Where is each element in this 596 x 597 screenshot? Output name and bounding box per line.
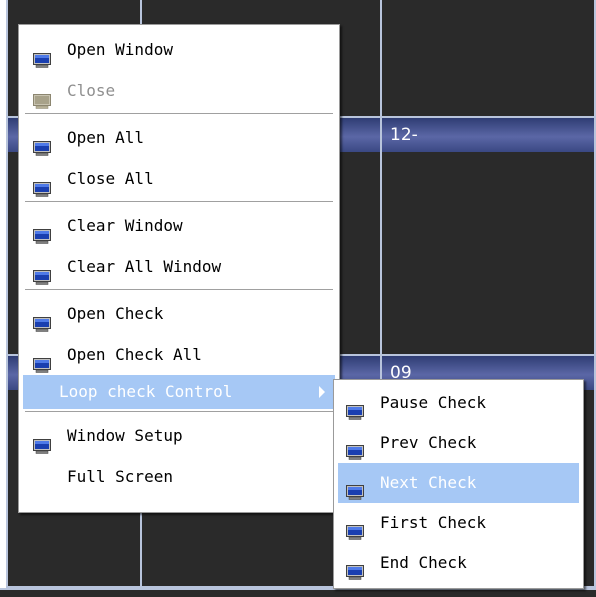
loop-check-submenu: Pause Check Prev Check Next Check First …: [333, 379, 584, 589]
submenu-item-end-check[interactable]: End Check: [334, 543, 583, 583]
monitor-icon: [346, 395, 364, 420]
menu-item-open-window[interactable]: Open Window: [19, 29, 339, 70]
menu-item-label: Window Setup: [67, 426, 183, 445]
monitor-icon: [33, 428, 51, 454]
monitor-icon: [346, 435, 364, 460]
menu-item-label: Open Check: [67, 304, 164, 323]
menu-item-label: Prev Check: [380, 433, 477, 452]
menu-item-label: Open All: [67, 128, 145, 147]
context-menu: Open Window Close Open All Close All Cle…: [18, 24, 340, 513]
grid-bottom-border: [0, 588, 596, 597]
monitor-icon: [33, 130, 51, 156]
menu-item-loop-check-control[interactable]: Loop check Control: [23, 375, 335, 409]
monitor-icon: [33, 306, 51, 332]
menu-item-close[interactable]: Close: [19, 70, 339, 111]
video-cell[interactable]: 12-: [380, 116, 596, 356]
monitor-icon: [33, 42, 51, 68]
submenu-item-first-check[interactable]: First Check: [334, 503, 583, 543]
monitor-icon-disabled: [33, 83, 51, 109]
monitor-icon: [346, 475, 364, 500]
menu-item-close-all[interactable]: Close All: [19, 158, 339, 199]
cell-header-12: 12-: [382, 118, 594, 152]
menu-item-label: Pause Check: [380, 393, 486, 412]
monitor-icon: [33, 171, 51, 197]
menu-item-label: Open Check All: [67, 345, 202, 364]
monitor-icon: [33, 218, 51, 244]
submenu-item-next-check[interactable]: Next Check: [338, 463, 579, 503]
menu-item-label: Clear All Window: [67, 257, 222, 276]
video-cell[interactable]: [380, 0, 596, 118]
menu-item-label: Open Window: [67, 40, 173, 59]
menu-item-open-check-all[interactable]: Open Check All: [19, 334, 339, 375]
menu-item-label: Clear Window: [67, 216, 183, 235]
menu-item-label: Close: [67, 81, 116, 100]
menu-item-label: First Check: [380, 513, 486, 532]
menu-separator: [25, 411, 333, 413]
menu-item-label: Loop check Control: [59, 382, 233, 401]
submenu-item-prev-check[interactable]: Prev Check: [334, 423, 583, 463]
menu-item-clear-window[interactable]: Clear Window: [19, 205, 339, 246]
menu-separator: [25, 289, 333, 291]
menu-item-clear-all-window[interactable]: Clear All Window: [19, 246, 339, 287]
monitor-icon: [346, 555, 364, 580]
monitor-icon: [33, 347, 51, 373]
menu-item-open-all[interactable]: Open All: [19, 117, 339, 158]
menu-separator: [25, 201, 333, 203]
monitor-icon: [33, 259, 51, 285]
menu-item-label: Next Check: [380, 473, 477, 492]
menu-item-open-check[interactable]: Open Check: [19, 293, 339, 334]
monitor-icon: [346, 515, 364, 540]
menu-item-window-setup[interactable]: Window Setup: [19, 415, 339, 456]
submenu-arrow-icon: [319, 386, 325, 398]
menu-item-label: Close All: [67, 169, 154, 188]
submenu-item-pause-check[interactable]: Pause Check: [334, 383, 583, 423]
menu-item-full-screen[interactable]: Full Screen: [19, 456, 339, 497]
menu-separator: [25, 113, 333, 115]
menu-item-label: Full Screen: [67, 467, 173, 486]
menu-item-label: End Check: [380, 553, 467, 572]
